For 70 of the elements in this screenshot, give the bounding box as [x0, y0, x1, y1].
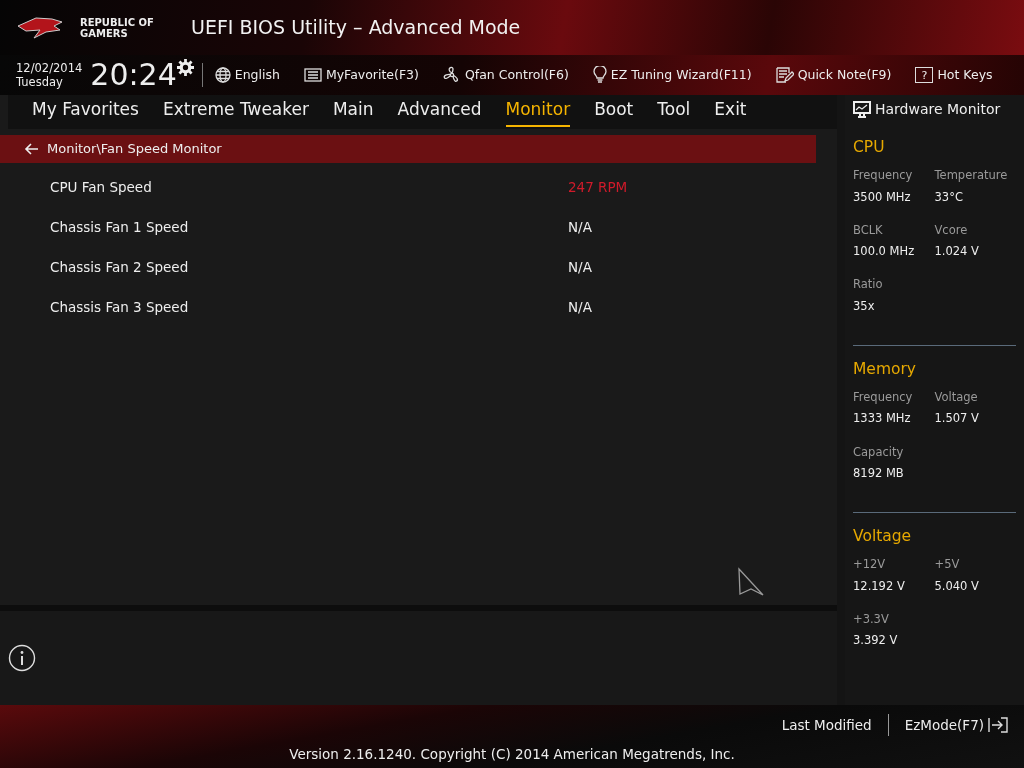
last-modified-link[interactable]: Last Modified — [781, 714, 872, 735]
metric-value: 3500 MHz — [853, 188, 912, 206]
globe-icon — [214, 67, 231, 83]
metric-value: 35x — [853, 297, 876, 315]
metric-value: 12.192 V — [853, 577, 906, 595]
toolbar-link[interactable]: Qfan Control(F6) — [464, 65, 569, 85]
back-arrow-icon[interactable] — [24, 143, 39, 155]
clock-text: 20:24 — [90, 60, 177, 90]
metric-label: BCLK — [853, 221, 884, 239]
toolbar-link[interactable]: MyFavorite(F3) — [325, 65, 419, 85]
metric-value: 100.0 MHz — [853, 243, 916, 260]
logo-text: REPUBLIC OF GAMERS — [80, 16, 155, 39]
list-icon — [303, 68, 322, 82]
metric-label: Frequency — [853, 389, 914, 406]
cursor-arrow-icon — [737, 567, 765, 597]
fan-speed-value: N/A — [568, 257, 592, 277]
metric-label: Frequency — [853, 167, 914, 185]
toolbar-link[interactable]: Quick Note(F9) — [797, 65, 892, 85]
metric-value: 1.507 V — [934, 410, 980, 428]
metric-value: 8192 MB — [853, 464, 905, 482]
metric-value: 3.392 V — [853, 632, 899, 649]
nav-tab[interactable]: Main — [332, 97, 374, 127]
nav-tab[interactable]: Exit — [714, 97, 747, 127]
fan-label: Chassis Fan 2 Speed — [50, 257, 190, 277]
fan-speed-value: N/A — [568, 297, 592, 317]
nav-tab[interactable]: Extreme Tweaker — [162, 97, 309, 127]
fan-speed-value: 247 RPM — [568, 177, 628, 197]
section-title: CPU — [853, 137, 886, 158]
day-text: Tuesday — [16, 75, 64, 89]
metric-value: 33°C — [934, 188, 964, 206]
settings-icon[interactable] — [176, 59, 194, 76]
metric-value: 1333 MHz — [853, 410, 912, 428]
toolbar-link[interactable]: Hot Keys — [937, 65, 993, 85]
monitor-icon — [853, 100, 871, 119]
nav-tab[interactable]: Monitor — [505, 97, 571, 127]
fan-speed-value: N/A — [568, 217, 592, 237]
lightbulb-icon — [592, 66, 607, 84]
section-title: Memory — [853, 358, 918, 380]
help-icon: ? — [915, 67, 934, 83]
fan-icon — [442, 66, 461, 84]
nav-tab[interactable]: Boot — [594, 97, 634, 127]
metric-label: Vcore — [934, 221, 969, 239]
metric-label: Capacity — [853, 443, 905, 461]
exit-arrow-icon[interactable] — [988, 716, 1008, 733]
date-text: 12/02/2014 — [16, 61, 83, 75]
copyright-text: Version 2.16.1240. Copyright (C) 2014 American Megatrends, Inc. — [289, 744, 735, 764]
metric-label: Ratio — [853, 276, 884, 294]
fan-label: Chassis Fan 3 Speed — [50, 297, 190, 317]
breadcrumb-text: Monitor\Fan Speed Monitor — [47, 140, 222, 159]
metric-label: +5V — [934, 556, 961, 574]
app-title: UEFI BIOS Utility – Advanced Mode — [191, 15, 521, 41]
metric-value: 5.040 V — [934, 577, 980, 595]
metric-value: 1.024 V — [934, 243, 980, 260]
nav-tab[interactable]: Tool — [657, 97, 691, 127]
metric-label: +12V — [853, 556, 887, 574]
nav-tab[interactable]: My Favorites — [32, 97, 139, 127]
toolbar-link[interactable]: EZ Tuning Wizard(F11) — [610, 65, 752, 85]
panel-title: Hardware Monitor — [875, 100, 1001, 119]
fan-label: Chassis Fan 1 Speed — [50, 217, 190, 237]
rog-logo-icon — [16, 15, 64, 40]
note-icon — [775, 67, 794, 83]
metric-label: Voltage — [934, 389, 979, 406]
metric-label: +3.3V — [853, 610, 890, 628]
metric-label: Temperature — [934, 167, 1009, 185]
section-title: Voltage — [853, 526, 913, 547]
nav-tab[interactable]: Advanced — [397, 97, 482, 127]
info-icon — [8, 644, 36, 672]
toolbar-link[interactable]: English — [234, 65, 280, 85]
fan-label: CPU Fan Speed — [50, 177, 153, 197]
ez-mode-link[interactable]: EzMode(F7) — [904, 714, 984, 735]
